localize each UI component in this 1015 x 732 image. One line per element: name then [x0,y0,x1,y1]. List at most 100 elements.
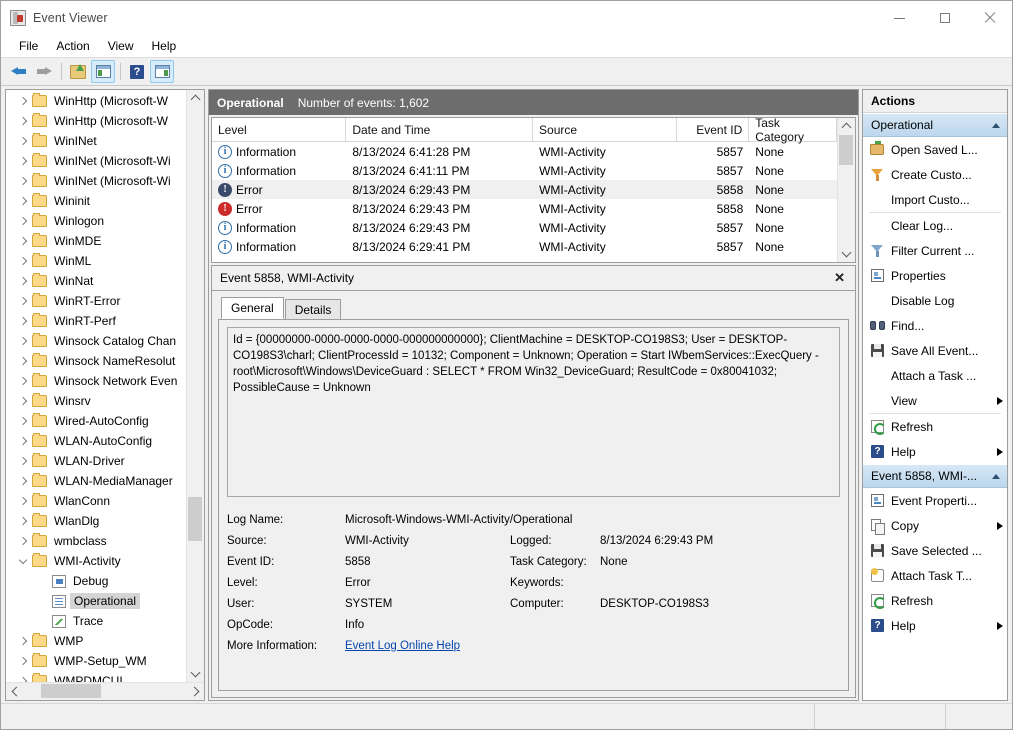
tree-item[interactable]: WinHttp (Microsoft-W [6,91,186,111]
tree-item[interactable]: Winsock NameResolut [6,351,186,371]
tree-item[interactable]: Debug [6,571,186,591]
chevron-right-icon[interactable] [16,536,30,546]
toolbar-back-button[interactable] [7,60,31,83]
chevron-right-icon[interactable] [16,236,30,246]
event-scroll-down-button[interactable] [838,245,855,262]
action-item[interactable]: Disable Log [863,288,1007,313]
minimize-button[interactable] [877,1,922,35]
chevron-right-icon[interactable] [16,296,30,306]
actions-section-header[interactable]: Event 5858, WMI-... [863,464,1007,488]
toolbar-action-pane-button[interactable] [150,60,174,83]
tree-horizontal-scrollbar[interactable] [6,682,204,700]
event-list-scrollbar[interactable] [837,118,855,262]
chevron-right-icon[interactable] [16,456,30,466]
tab-details[interactable]: Details [284,299,342,319]
action-item[interactable]: Copy [863,513,1007,538]
toolbar-up-one-level-button[interactable] [66,60,90,83]
chevron-right-icon[interactable] [16,516,30,526]
event-row[interactable]: i Information 8/13/2024 6:29:43 PM WMI-Acti… [212,218,837,237]
chevron-right-icon[interactable] [16,216,30,226]
action-item[interactable]: Attach Task T... [863,563,1007,588]
column-header[interactable]: Source [533,118,678,141]
event-scroll-track[interactable] [838,135,855,245]
tree-item[interactable]: WLAN-MediaManager [6,471,186,491]
action-item[interactable]: Refresh [863,414,1007,439]
tree-item[interactable]: WMP [6,631,186,651]
close-button[interactable] [967,1,1012,35]
chevron-right-icon[interactable] [16,396,30,406]
tree-item[interactable]: WMP-Setup_WM [6,651,186,671]
maximize-button[interactable] [922,1,967,35]
chevron-right-icon[interactable] [16,656,30,666]
tree-scroll-left-button[interactable] [6,683,23,700]
tree-item[interactable]: WinNat [6,271,186,291]
tree-item[interactable]: Winsock Catalog Chan [6,331,186,351]
caret-up-icon[interactable] [992,122,1000,128]
event-list-rows[interactable]: i Information 8/13/2024 6:41:28 PM WMI-Acti… [212,142,837,262]
action-item[interactable]: Clear Log... [863,213,1007,238]
event-scroll-thumb[interactable] [839,135,853,165]
chevron-right-icon[interactable] [16,436,30,446]
chevron-right-icon[interactable] [16,496,30,506]
chevron-right-icon[interactable] [16,636,30,646]
tree-item[interactable]: WLAN-AutoConfig [6,431,186,451]
chevron-right-icon[interactable] [16,256,30,266]
tree-item[interactable]: WMI-Activity [6,551,186,571]
toolbar-forward-button[interactable] [32,60,56,83]
event-row[interactable]: Error 8/13/2024 6:29:43 PM WMI-Activity 585… [212,199,837,218]
chevron-right-icon[interactable] [16,316,30,326]
toolbar-help-button[interactable]: ? [125,60,149,83]
caret-up-icon[interactable] [992,473,1000,479]
event-log-online-help-link[interactable]: Event Log Online Help [345,640,460,652]
event-description[interactable]: Id = {00000000-0000-0000-0000-0000000000… [227,327,840,497]
chevron-right-icon[interactable] [16,276,30,286]
menu-help[interactable]: Help [143,37,186,55]
action-item[interactable]: Filter Current ... [863,238,1007,263]
action-item[interactable]: Open Saved L... [863,137,1007,162]
console-tree[interactable]: WinHttp (Microsoft-W WinHttp (Microsoft-W… [6,90,186,682]
event-list[interactable]: Level Date and Time Source Event ID Task Cat… [211,116,856,263]
tree-item[interactable]: WinRT-Error [6,291,186,311]
tree-item[interactable]: Wired-AutoConfig [6,411,186,431]
chevron-right-icon[interactable] [16,336,30,346]
chevron-right-icon[interactable] [16,96,30,106]
chevron-right-icon[interactable] [16,376,30,386]
action-item[interactable]: Attach a Task ... [863,363,1007,388]
chevron-right-icon[interactable] [16,116,30,126]
tree-hscroll-track[interactable] [23,683,187,700]
tree-scroll-track[interactable] [187,107,204,665]
action-item[interactable]: Import Custo... [863,187,1007,212]
tree-item[interactable]: Operational [6,591,186,611]
tree-scroll-right-button[interactable] [187,683,204,700]
chevron-right-icon[interactable] [16,416,30,426]
tree-item[interactable]: wmbclass [6,531,186,551]
tree-item[interactable]: WMPDMCUI [6,671,186,682]
action-item[interactable]: Save All Event... [863,338,1007,363]
tree-item[interactable]: WinMDE [6,231,186,251]
tree-scroll-up-button[interactable] [187,90,204,107]
action-item[interactable]: Event Properti... [863,488,1007,513]
action-item[interactable]: Find... [863,313,1007,338]
action-item[interactable]: ? Help [863,613,1007,638]
tab-general[interactable]: General [221,297,284,319]
action-item[interactable]: Create Custo... [863,162,1007,187]
event-row[interactable]: Error 8/13/2024 6:29:43 PM WMI-Activity 585… [212,180,837,199]
action-item[interactable]: View [863,388,1007,413]
chevron-right-icon[interactable] [16,156,30,166]
menu-action[interactable]: Action [47,37,98,55]
tree-item[interactable]: WinML [6,251,186,271]
action-item[interactable]: Properties [863,263,1007,288]
event-scroll-up-button[interactable] [838,118,855,135]
event-row[interactable]: i Information 8/13/2024 6:29:41 PM WMI-Acti… [212,237,837,256]
chevron-right-icon[interactable] [16,196,30,206]
tree-item[interactable]: WlanDlg [6,511,186,531]
tree-item[interactable]: WinINet [6,131,186,151]
action-item[interactable]: ? Help [863,439,1007,464]
tree-scroll-down-button[interactable] [187,665,204,682]
action-item[interactable]: Save Selected ... [863,538,1007,563]
event-list-header[interactable]: Level Date and Time Source Event ID Task Cat… [212,116,837,144]
tree-hscroll-thumb[interactable] [41,684,101,698]
column-header[interactable]: Level [212,118,347,141]
tree-item[interactable]: WinINet (Microsoft-Wi [6,171,186,191]
tree-item[interactable]: Trace [6,611,186,631]
